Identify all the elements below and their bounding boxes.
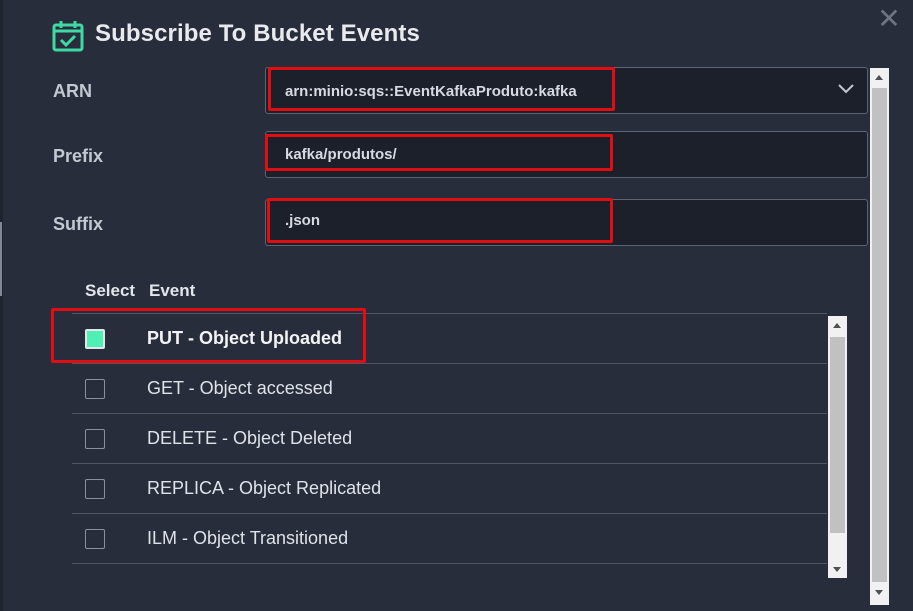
suffix-label: Suffix — [53, 214, 104, 234]
arn-label: ARN — [53, 81, 92, 101]
event-checkbox[interactable] — [85, 529, 105, 549]
scroll-down-icon[interactable] — [875, 590, 883, 595]
chevron-down-icon[interactable] — [838, 84, 854, 94]
prefix-label: Prefix — [53, 146, 104, 166]
event-label: REPLICA - Object Replicated — [147, 478, 382, 498]
scroll-up-icon[interactable] — [875, 75, 883, 80]
close-icon[interactable]: ✕ — [876, 5, 902, 33]
event-label: GET - Object accessed — [147, 378, 333, 398]
list-scroll-up-icon[interactable] — [833, 323, 841, 328]
event-row[interactable]: REPLICA - Object Replicated — [72, 464, 827, 514]
list-scroll-down-icon[interactable] — [833, 567, 841, 572]
event-column-header: Event — [149, 281, 196, 300]
calendar-check-icon — [52, 21, 84, 52]
event-checkbox[interactable] — [85, 329, 105, 349]
event-list-scrollbar-thumb[interactable] — [830, 337, 845, 533]
prefix-value: kafka/produtos/ — [285, 146, 397, 163]
select-column-header: Select — [85, 281, 136, 300]
event-list: PUT - Object Uploaded GET - Object access… — [72, 313, 827, 565]
dialog-scrollbar-thumb[interactable] — [872, 88, 887, 582]
event-label: DELETE - Object Deleted — [147, 428, 353, 448]
event-label: PUT - Object Uploaded — [147, 328, 343, 348]
event-row[interactable]: GET - Object accessed — [72, 364, 827, 414]
event-checkbox[interactable] — [85, 379, 105, 399]
dialog-title: Subscribe To Bucket Events — [95, 20, 420, 47]
event-row[interactable]: DELETE - Object Deleted — [72, 414, 827, 464]
event-row[interactable]: ILM - Object Transitioned — [72, 514, 827, 564]
event-label: ILM - Object Transitioned — [147, 528, 349, 548]
backdrop-mark — [0, 222, 2, 296]
event-checkbox[interactable] — [85, 429, 105, 449]
suffix-input[interactable] — [265, 199, 868, 246]
suffix-value: .json — [285, 212, 321, 229]
arn-value: arn:minio:sqs::EventKafkaProduto:kafka — [285, 83, 577, 100]
event-row[interactable]: PUT - Object Uploaded — [72, 314, 827, 364]
backdrop-edge — [0, 0, 3, 611]
event-checkbox[interactable] — [85, 479, 105, 499]
